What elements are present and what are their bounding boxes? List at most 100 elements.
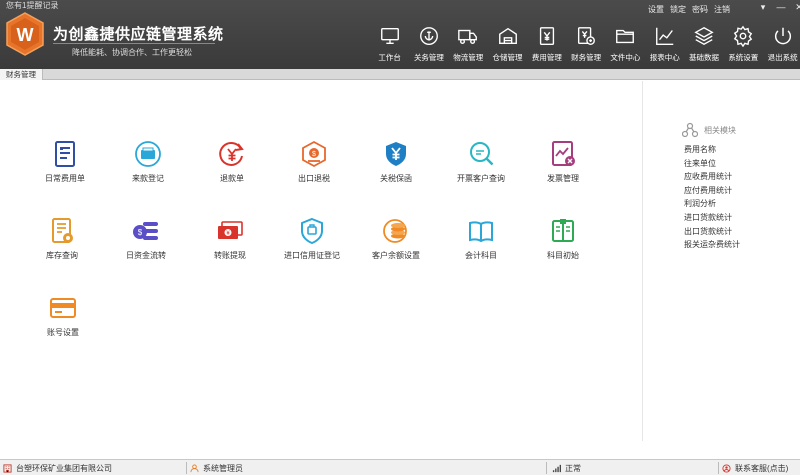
related-item-expense-names[interactable]: 费用名称 [684,143,800,157]
reminder-text[interactable]: 您有1提醒记录 [6,0,58,11]
module-customer-balance-setting[interactable]: 客户余额设置 [356,217,436,261]
dropdown-icon[interactable]: ▾ [758,2,768,13]
nav-label: 退出系统 [767,53,798,62]
warehouse-icon [498,27,517,45]
related-list: 费用名称 往来单位 应收费用统计 应付费用统计 利润分析 进口货款统计 出口货款… [684,143,800,252]
search-chat-icon [470,142,494,166]
company-name: 台塑环保矿业集团有限公司 [16,463,112,473]
settings-link[interactable]: 设置 [648,4,664,15]
related-item-profit-analysis[interactable]: 利润分析 [684,197,800,211]
nav-item-expense[interactable]: 费用管理 [527,25,566,63]
nav-label: 关务管理 [413,53,444,62]
card-icon [50,298,76,318]
user-icon [190,463,199,472]
module-daily-fund-flow[interactable]: $ 日资金流转 [106,217,186,261]
line-chart-icon [655,27,673,45]
module-accounting-subjects[interactable]: 会计科目 [441,217,521,261]
svg-text:$: $ [312,151,316,158]
module-label: 转账提现 [214,251,246,260]
gear-icon [734,25,753,47]
nav-item-base-data[interactable]: 基础数据 [684,25,723,63]
window-controls: ▾ — ✕ [758,2,800,13]
related-item-import-payment-stats[interactable]: 进口货款统计 [684,211,800,225]
nav-item-logistics[interactable]: 物流管理 [449,25,488,63]
nav-item-warehouse[interactable]: 仓储管理 [488,25,527,63]
module-label: 科目初始 [547,251,579,260]
nav-label: 系统设置 [728,53,759,62]
app-header: 您有1提醒记录 W 为创鑫捷供应链管理系统 降低能耗、协调合作、工作更轻松 设置… [0,0,800,69]
nav-label: 工作台 [378,53,401,62]
module-account-setting[interactable]: 账号设置 [23,294,103,338]
nav-item-settings[interactable]: 系统设置 [724,25,763,63]
folder-icon [616,29,635,44]
book-check-icon [552,219,574,242]
nav-item-workbench[interactable]: 工作台 [370,25,409,63]
svg-text:W: W [17,25,34,45]
module-label: 客户余额设置 [372,251,420,260]
minimize-icon[interactable]: — [776,2,786,13]
network-text: 正常 [565,463,581,473]
module-label: 进口信用证登记 [284,251,340,260]
module-import-lc-register[interactable]: 进口信用证登记 [272,217,352,261]
module-label: 日常费用单 [45,174,85,183]
anchor-icon [420,27,438,45]
module-label: 会计科目 [465,251,497,260]
top-nav: 工作台 关务管理 物流管理 仓储管理 费用管理 财务管理 文件中心 报表中心 基… [370,25,800,63]
module-subject-initial[interactable]: 科目初始 [523,217,603,261]
related-item-payable-stats[interactable]: 应付费用统计 [684,184,800,198]
status-separator [186,462,187,474]
module-label: 来款登记 [132,174,164,183]
tab-finance[interactable]: 财务管理 [0,69,43,80]
module-customs-guarantee[interactable]: 关税保函 [356,140,436,184]
nav-label: 文件中心 [610,53,641,62]
document-list-icon [55,141,75,167]
app-logo: W [6,12,44,56]
share-nodes-icon [682,122,698,138]
module-transfer-withdraw[interactable]: ¥ 转账提现 [190,217,270,261]
related-item-export-payment-stats[interactable]: 出口货款统计 [684,225,800,239]
related-modules-panel: 相关模块 费用名称 往来单位 应收费用统计 应付费用统计 利润分析 进口货款统计… [650,121,800,252]
inventory-doc-icon [52,218,73,243]
svg-text:$: $ [138,228,143,237]
password-link[interactable]: 密码 [692,4,708,15]
user-name: 系统管理员 [203,463,243,473]
related-item-receivable-stats[interactable]: 应收费用统计 [684,170,800,184]
module-invoice-management[interactable]: 发票管理 [523,140,603,184]
tax-refund-icon: $ [302,140,326,168]
nav-label: 财务管理 [571,53,602,62]
module-label: 发票管理 [547,174,579,183]
power-icon [774,27,791,45]
coin-stack-icon [383,219,407,243]
module-label: 出口退税 [298,174,330,183]
module-invoice-customer-query[interactable]: 开票客户查询 [441,140,521,184]
nav-item-customs[interactable]: 关务管理 [409,25,448,63]
module-daily-expense[interactable]: 日常费用单 [25,140,105,184]
panel-divider [642,81,643,441]
support-status[interactable]: 联系客服(点击) [722,461,788,475]
module-label: 退款单 [220,174,244,183]
shield-yen-icon [386,142,406,166]
status-bar: 台塑环保矿业集团有限公司 系统管理员 正常 联系客服(点击) [0,459,800,475]
yen-doc-icon [539,27,554,45]
lock-link[interactable]: 锁定 [670,4,686,15]
nav-item-exit[interactable]: 退出系统 [763,25,800,63]
support-link[interactable]: 联系客服(点击) [735,463,788,474]
module-payment-register[interactable]: 来款登记 [108,140,188,184]
nav-item-finance[interactable]: 财务管理 [566,25,605,63]
module-refund[interactable]: 退款单 [192,140,272,184]
support-icon [722,463,731,473]
nav-item-reports[interactable]: 报表中心 [645,25,684,63]
related-item-customs-fee-stats[interactable]: 报关运杂费统计 [684,238,800,252]
company-status: 台塑环保矿业集团有限公司 [3,461,112,475]
module-inventory-query[interactable]: 库存查询 [22,217,102,261]
module-grid: 日常费用单 来款登记 退款单 $ 出口退税 关税保函 开票客户查询 发票管理 库… [0,81,642,441]
related-item-partners[interactable]: 往来单位 [684,157,800,171]
close-icon[interactable]: ✕ [794,2,800,13]
module-label: 开票客户查询 [457,174,505,183]
nav-label: 报表中心 [649,53,680,62]
nav-item-files[interactable]: 文件中心 [606,25,645,63]
coin-flow-icon: $ [133,222,158,240]
module-export-tax-refund[interactable]: $ 出口退税 [274,140,354,184]
logout-link[interactable]: 注销 [714,4,730,15]
open-book-icon [469,221,493,243]
